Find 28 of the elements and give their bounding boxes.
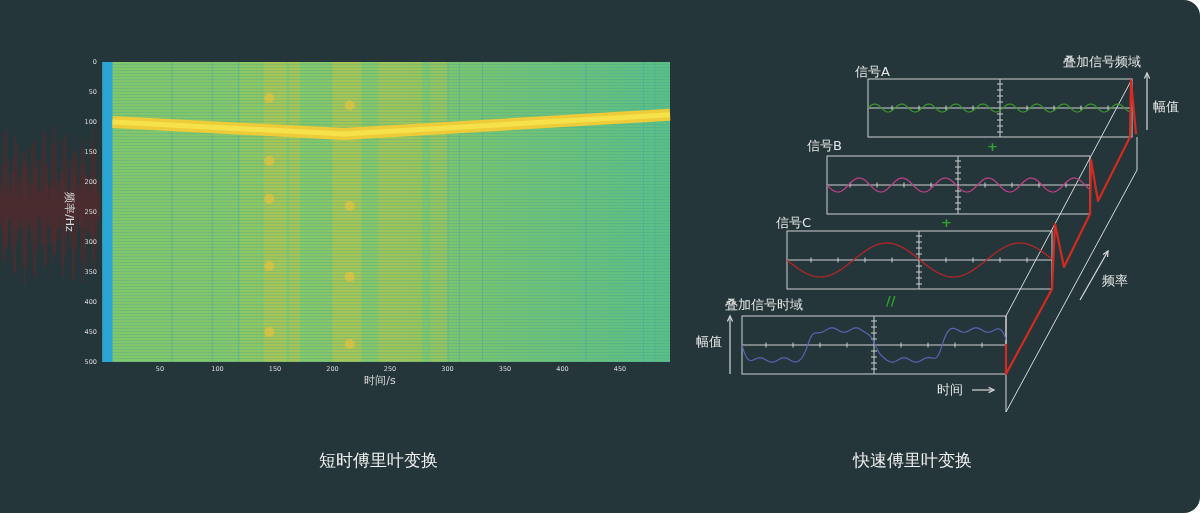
- diagram-label: 叠加信号时域: [725, 298, 803, 311]
- diagram-label: +: [987, 140, 998, 153]
- diagram-label: //: [886, 294, 896, 307]
- energy-spot: [264, 93, 275, 103]
- energy-spot: [264, 156, 275, 166]
- diagram-label: 频率: [1102, 274, 1128, 287]
- caption: 快速傅里叶变换: [852, 450, 972, 470]
- energy-spot: [344, 100, 355, 111]
- caption: 短时傅里叶变换: [318, 450, 438, 470]
- energy-spot: [344, 271, 355, 282]
- energy-spot: [344, 339, 355, 349]
- arrow-icon: [971, 386, 996, 394]
- diagram-label: 叠加信号频域: [1063, 55, 1141, 68]
- diagram-label: 信号A: [855, 65, 890, 78]
- diagram-label: +: [941, 216, 952, 229]
- axis-title: 时间/s: [364, 374, 396, 387]
- diagram-label: 幅值: [696, 335, 722, 348]
- axis-title: 频率/Hz: [63, 192, 76, 232]
- energy-spot: [344, 201, 355, 211]
- diagram-label: 信号B: [807, 139, 842, 152]
- diagram-label: 信号C: [776, 216, 812, 229]
- arrow-icon: [1143, 71, 1151, 131]
- energy-spot: [264, 261, 275, 271]
- diagram-label: 幅值: [1153, 100, 1179, 113]
- energy-spot: [264, 327, 275, 337]
- arrow-icon: [726, 314, 734, 375]
- diagram-label: 时间: [937, 383, 963, 396]
- energy-spot: [264, 193, 275, 204]
